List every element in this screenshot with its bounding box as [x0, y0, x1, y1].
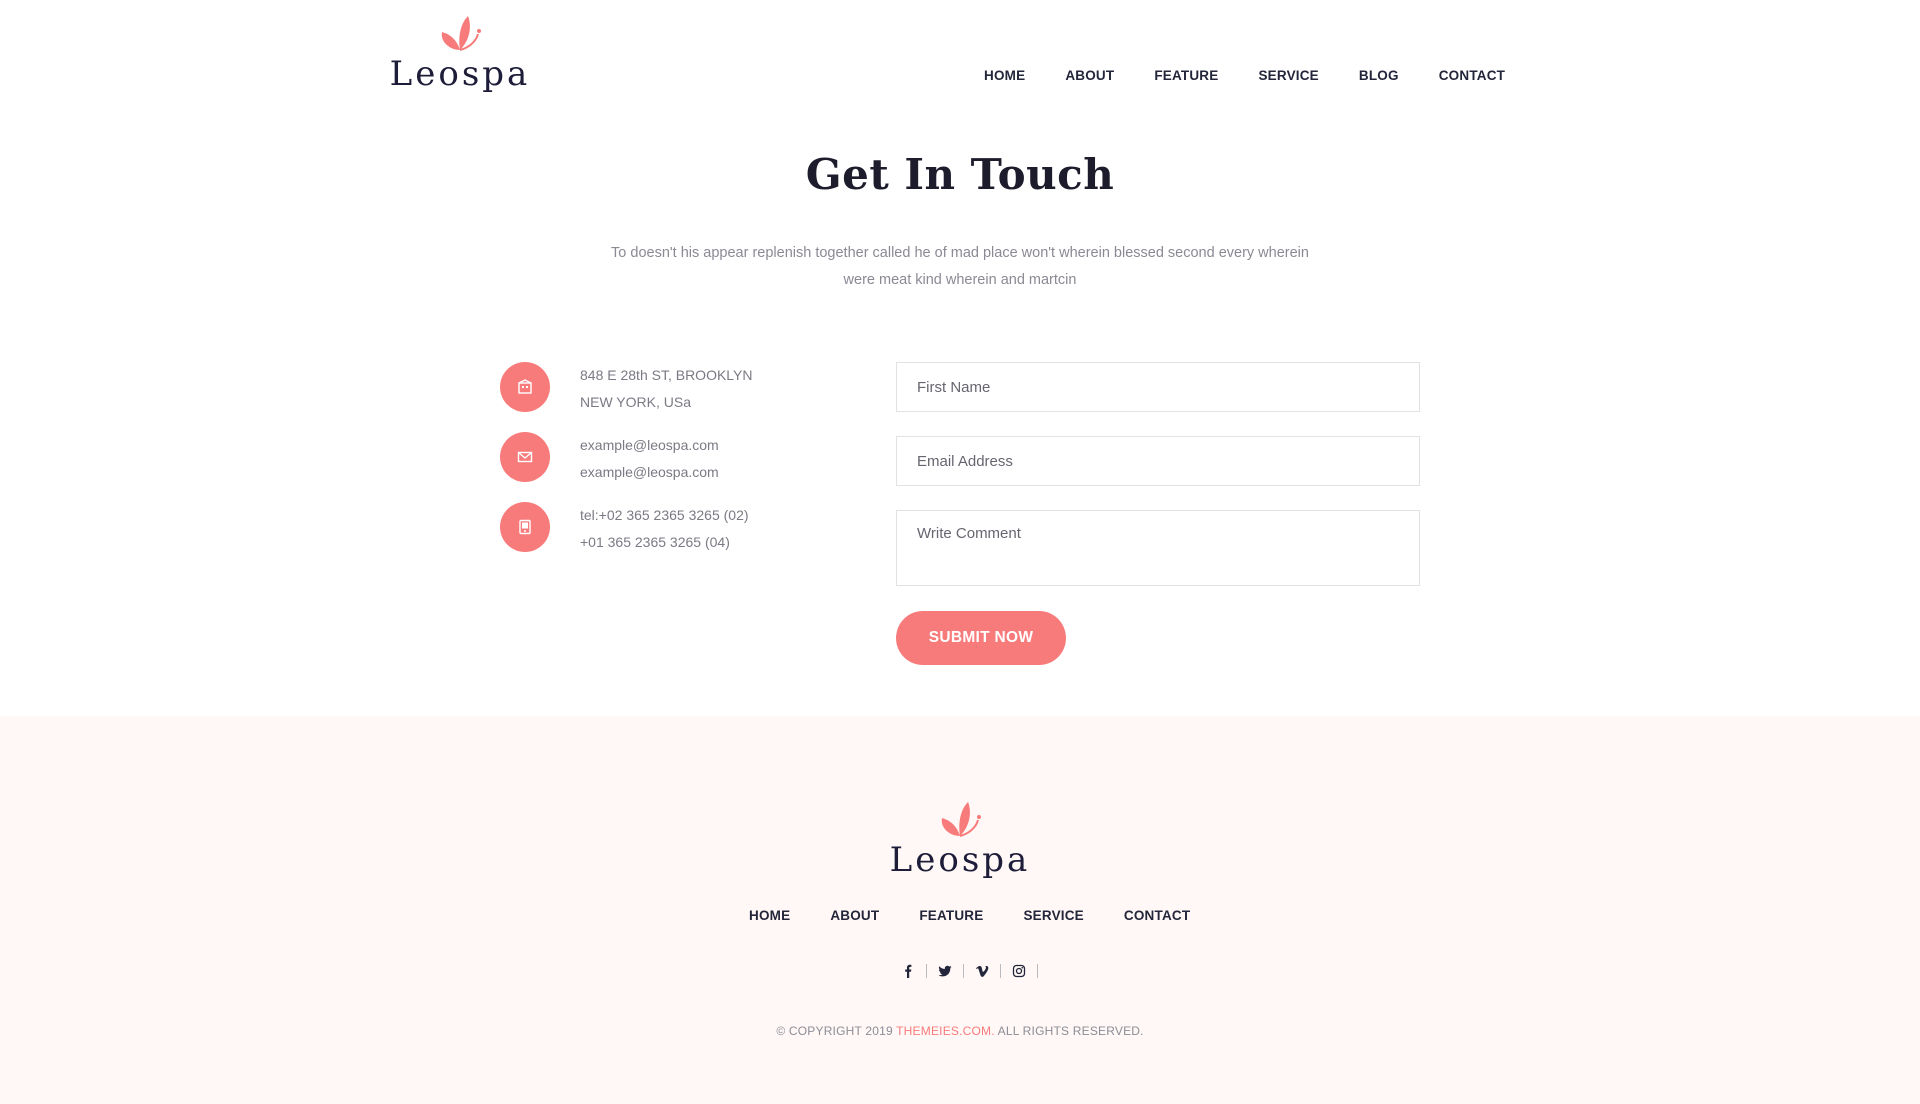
address-line-1: 848 E 28th ST, BROOKLYN [580, 367, 753, 383]
contact-info-list: 848 E 28th ST, BROOKLYN NEW YORK, USa ex… [500, 362, 820, 572]
nav-feature[interactable]: FEATURE [1154, 68, 1218, 83]
social-divider [1000, 964, 1001, 978]
building-icon [500, 362, 550, 412]
nav-blog[interactable]: BLOG [1359, 68, 1399, 83]
logo-text: Leospa [389, 54, 531, 94]
address-line-2: NEW YORK, USa [580, 394, 691, 410]
first-name-input[interactable] [896, 362, 1420, 412]
section-description: To doesn't his appear replenish together… [590, 240, 1330, 294]
social-links [900, 963, 1048, 979]
copyright-suffix: ALL RIGHTS RESERVED. [994, 1024, 1144, 1038]
nav-home[interactable]: HOME [984, 68, 1025, 83]
facebook-icon[interactable] [900, 963, 916, 979]
phone-text: tel:+02 365 2365 3265 (02) +01 365 2365 … [580, 502, 749, 556]
site-logo[interactable]: Leospa [390, 10, 527, 92]
nav-contact[interactable]: CONTACT [1439, 68, 1505, 83]
copyright-prefix: © COPYRIGHT 2019 [776, 1024, 897, 1038]
comment-textarea[interactable] [896, 510, 1420, 586]
footer-nav-about[interactable]: ABOUT [830, 908, 879, 923]
section-title: Get In Touch [805, 150, 1115, 199]
footer-nav-service[interactable]: SERVICE [1023, 908, 1083, 923]
nav-about[interactable]: ABOUT [1065, 68, 1114, 83]
footer-nav-feature[interactable]: FEATURE [919, 908, 983, 923]
contact-info-address: 848 E 28th ST, BROOKLYN NEW YORK, USa [500, 362, 820, 432]
phone-line-2[interactable]: +01 365 2365 3265 (04) [580, 529, 749, 556]
contact-info-phone: tel:+02 365 2365 3265 (02) +01 365 2365 … [500, 502, 820, 572]
email-input[interactable] [896, 436, 1420, 486]
instagram-icon[interactable] [1011, 963, 1027, 979]
nav-service[interactable]: SERVICE [1258, 68, 1318, 83]
copyright-link[interactable]: THEMEIES.COM. [896, 1024, 995, 1038]
contact-form: SUBMIT NOW [896, 362, 1420, 665]
email-line-1[interactable]: example@leospa.com [580, 432, 719, 459]
email-line-2[interactable]: example@leospa.com [580, 459, 719, 486]
phone-icon [500, 502, 550, 552]
description-line-2: were meat kind wherein and martcin [843, 272, 1077, 288]
vimeo-icon[interactable] [974, 963, 990, 979]
footer-logo[interactable]: Leospa [890, 796, 1027, 878]
site-footer: Leospa HOME ABOUT FEATURE SERVICE CONTAC… [0, 716, 1920, 1104]
twitter-icon[interactable] [937, 963, 953, 979]
description-line-1: To doesn't his appear replenish together… [611, 245, 1309, 261]
main-nav: HOME ABOUT FEATURE SERVICE BLOG CONTACT [984, 68, 1505, 83]
email-text: example@leospa.com example@leospa.com [580, 432, 719, 486]
contact-info-email: example@leospa.com example@leospa.com [500, 432, 820, 502]
social-divider [963, 964, 964, 978]
envelope-icon [500, 432, 550, 482]
footer-nav-home[interactable]: HOME [749, 908, 790, 923]
butterfly-logo-icon [441, 16, 481, 51]
address-text: 848 E 28th ST, BROOKLYN NEW YORK, USa [580, 362, 753, 416]
social-divider [926, 964, 927, 978]
submit-button[interactable]: SUBMIT NOW [896, 611, 1066, 665]
phone-line-1[interactable]: tel:+02 365 2365 3265 (02) [580, 502, 749, 529]
footer-nav-contact[interactable]: CONTACT [1124, 908, 1190, 923]
copyright-text: © COPYRIGHT 2019 THEMEIES.COM. ALL RIGHT… [0, 1024, 1920, 1038]
site-header: Leospa HOME ABOUT FEATURE SERVICE BLOG C… [0, 0, 1920, 110]
footer-logo-text: Leospa [889, 840, 1031, 880]
footer-nav: HOME ABOUT FEATURE SERVICE CONTACT [749, 908, 1190, 923]
social-divider [1037, 964, 1038, 978]
butterfly-logo-icon [941, 802, 981, 837]
